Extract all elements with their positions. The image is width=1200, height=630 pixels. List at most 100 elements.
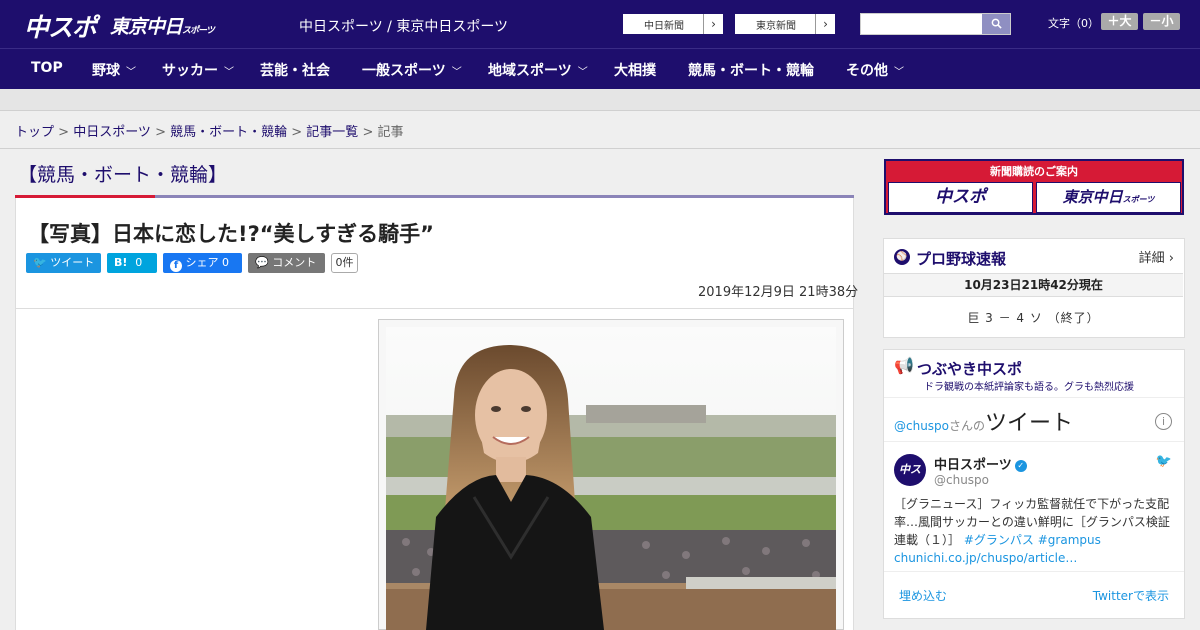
breadcrumb-separator: > — [150, 125, 171, 140]
nav-item-baseball[interactable]: 野球 ﹀ — [92, 60, 136, 80]
breadcrumb-link[interactable]: 中日スポーツ — [73, 125, 151, 140]
nav-label: その他 — [846, 63, 888, 79]
font-size-plus-button[interactable]: ＋大 — [1101, 13, 1138, 30]
divider — [15, 308, 854, 309]
tweet-button[interactable]: 🐦 ツイート — [26, 253, 101, 273]
section-title[interactable]: 【競馬・ボート・競輪】 — [18, 160, 227, 187]
link-label: 東京新聞 — [756, 21, 796, 32]
game-score[interactable]: 巨 3 － 4 ソ （終了） — [884, 309, 1183, 326]
nav-item-sumo[interactable]: 大相撲 — [614, 60, 656, 80]
comment-label: コメント — [272, 256, 317, 269]
site-links[interactable]: 中日スポーツ / 東京中日スポーツ — [299, 16, 508, 36]
breadcrumb: トップ > 中日スポーツ > 競馬・ボート・競輪 > 記事一覧 > 記事 — [15, 121, 404, 140]
nav-item-entertainment[interactable]: 芸能・社会 — [260, 60, 330, 80]
chevron-down-icon: ﹀ — [577, 67, 588, 78]
baseball-score-card: ⚾ プロ野球速報 詳細 › 10月23日21時42分現在 巨 3 － 4 ソ （… — [883, 238, 1185, 338]
tokyo-shimbun-link[interactable]: 東京新聞 › — [734, 13, 836, 35]
tweet-text: ［グラニュース］フィッカ監督就任で下がった支配率…風間サッカーとの違い鮮明に［グ… — [894, 495, 1176, 567]
nav-label: 大相撲 — [614, 63, 656, 79]
facebook-share-button[interactable]: f シェア 0 — [163, 253, 242, 273]
info-icon[interactable]: i — [1155, 413, 1172, 430]
breadcrumb-current: 記事 — [377, 125, 404, 140]
view-on-twitter-link[interactable]: Twitterで表示 — [1093, 587, 1169, 604]
promo-heading: 新聞購読のご案内 — [990, 165, 1078, 178]
embed-link[interactable]: 埋め込む — [899, 587, 947, 604]
nav-under-strip — [0, 89, 1200, 111]
tokyo-chunichi-logo[interactable]: 東京中日スポーツ — [110, 12, 215, 39]
chevron-down-icon: ﹀ — [126, 67, 136, 78]
san-no-text: さんの — [949, 419, 986, 433]
speech-bubble-icon: 💬 — [255, 256, 269, 269]
subscription-banner[interactable]: 新聞購読のご案内 中スポ 東京中日スポーツ — [884, 159, 1184, 215]
nav-label: TOP — [31, 60, 63, 76]
card-title: プロ野球速報 — [916, 250, 1007, 268]
chevron-right-icon: › — [815, 14, 835, 34]
tokyo-chunichi-subscribe-button[interactable]: 東京中日スポーツ — [1036, 182, 1181, 213]
top-bar: 中スポ 東京中日スポーツ 中日スポーツ / 東京中日スポーツ 中日新聞 › 東京… — [0, 0, 1200, 48]
nav-item-general-sports[interactable]: 一般スポーツ ﹀ — [362, 60, 462, 80]
search-button[interactable] — [982, 14, 1010, 34]
breadcrumb-link[interactable]: 記事一覧 — [306, 125, 358, 140]
header-divider — [884, 441, 1184, 442]
chuspo-subscribe-button[interactable]: 中スポ — [888, 182, 1033, 213]
detail-link[interactable]: 詳細 › — [1139, 247, 1174, 266]
nav-label: 競馬・ボート・競輪 — [688, 63, 814, 79]
chunichi-shimbun-link[interactable]: 中日新聞 › — [622, 13, 724, 35]
widget-top-divider — [884, 397, 1184, 398]
article-title: 【写真】日本に恋した!?“美しすぎる騎手” — [28, 222, 434, 246]
font-size-minus-button[interactable]: －小 — [1143, 13, 1180, 30]
main-nav: TOP 野球 ﹀ サッカー ﹀ 芸能・社会 一般スポーツ ﹀ 地域スポーツ ﹀ 大相撲 … — [0, 48, 1200, 89]
breadcrumb-separator: > — [358, 125, 378, 140]
megaphone-icon: 📢 — [894, 356, 914, 375]
tweet-label: ツイート — [50, 256, 95, 269]
card-subtitle: ドラ観戦の本紙評論家も語る。グラも熱烈応援 — [924, 382, 1134, 393]
hashtag-link[interactable]: #grampus — [1038, 533, 1101, 547]
logo-text: 東京中日 — [110, 16, 183, 38]
chuspo-logo[interactable]: 中スポ — [24, 8, 97, 44]
article-photo[interactable] — [386, 327, 836, 630]
facebook-label: シェア — [185, 256, 219, 269]
chevron-right-icon: › — [703, 14, 723, 34]
verified-badge-icon: ✓ — [1014, 459, 1027, 472]
nav-item-local-sports[interactable]: 地域スポーツ ﹀ — [488, 60, 588, 80]
nav-label: 芸能・社会 — [260, 63, 330, 79]
article-date: 2019年12月9日 21時38分 — [698, 285, 859, 300]
tweet-author-name[interactable]: 中日スポーツ ✓ — [934, 454, 1027, 473]
twitter-timeline-widget: @chuspoさんのツイート i 中スポ 中日スポーツ ✓ @chuspo 🐦 ［… — [884, 397, 1184, 609]
comment-button[interactable]: 💬 コメント — [248, 253, 325, 273]
facebook-icon: f — [170, 260, 182, 272]
card-title: つぶやき中スポ — [917, 360, 1023, 378]
breadcrumb-separator: > — [287, 125, 307, 140]
tweet-url-link[interactable]: chunichi.co.jp/chuspo/article… — [894, 551, 1077, 565]
tweets-heading: ツイート — [985, 411, 1074, 436]
score-timestamp: 10月23日21時42分現在 — [884, 273, 1183, 297]
search-box[interactable] — [860, 13, 1011, 35]
promo-right-text: 東京中日 — [1062, 188, 1123, 206]
timeline-footer: 埋め込む Twitterで表示 — [884, 571, 1184, 609]
chevron-down-icon: ﹀ — [451, 67, 462, 78]
breadcrumb-separator: > — [54, 125, 74, 140]
hashtag-link[interactable]: #グランパス — [964, 533, 1034, 547]
timeline-header: @chuspoさんのツイート — [894, 405, 1073, 437]
avatar[interactable]: 中スポ — [894, 454, 926, 508]
tweet-author-handle[interactable]: @chuspo — [934, 473, 989, 487]
twitter-handle-link[interactable]: @chuspo — [894, 419, 949, 433]
divider — [0, 148, 1200, 149]
facebook-count: 0 — [222, 256, 229, 269]
nav-item-others[interactable]: その他 ﹀ — [846, 60, 904, 80]
breadcrumb-link[interactable]: トップ — [15, 125, 54, 140]
breadcrumb-link[interactable]: 競馬・ボート・競輪 — [170, 125, 287, 140]
comment-count-badge: 0件 — [331, 253, 358, 273]
twitter-bird-icon: 🐦 — [33, 256, 47, 269]
search-icon — [991, 18, 1002, 29]
hatena-count: 0 — [135, 256, 143, 269]
jockey-photo-illustration — [386, 327, 836, 630]
hatena-bookmark-button[interactable]: B! 0 — [107, 253, 157, 273]
nav-item-keiba[interactable]: 競馬・ボート・競輪 — [688, 60, 814, 80]
nav-item-top[interactable]: TOP — [31, 60, 63, 76]
nav-item-soccer[interactable]: サッカー ﹀ — [162, 60, 234, 80]
promo-right-small: スポーツ — [1122, 195, 1155, 204]
link-label: 中日新聞 — [644, 21, 684, 32]
twitter-bird-icon[interactable]: 🐦 — [1156, 454, 1172, 469]
chevron-down-icon: ﹀ — [224, 67, 234, 78]
